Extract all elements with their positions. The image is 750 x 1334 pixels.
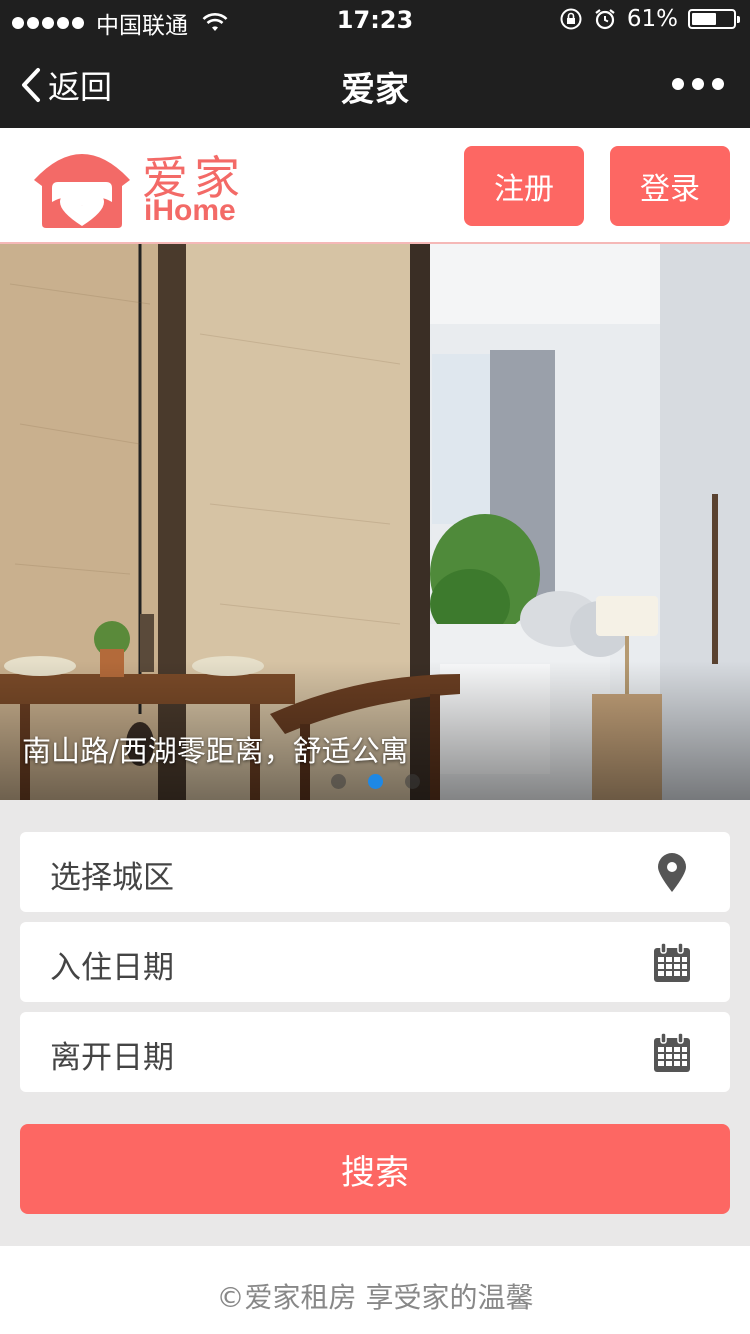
app-header: 爱家 iHome 注册 登录 <box>0 128 750 244</box>
area-select-field[interactable]: 选择城区 <box>20 832 730 912</box>
carousel-indicators <box>0 774 750 789</box>
rotation-lock-icon <box>560 8 582 30</box>
area-select-label: 选择城区 <box>50 860 174 896</box>
house-heart-icon <box>34 154 130 228</box>
carousel-dot[interactable] <box>367 774 383 789</box>
banner-carousel[interactable] <box>0 244 750 800</box>
location-pin-icon <box>658 853 686 892</box>
calendar-icon <box>654 942 690 982</box>
checkout-date-label: 离开日期 <box>50 1040 174 1076</box>
status-bar: 中国联通 17:23 61% <box>0 0 750 40</box>
status-right: 61% <box>559 6 740 32</box>
page-title: 爱家 <box>341 70 409 110</box>
banner-image <box>0 244 750 800</box>
battery-icon <box>688 9 740 29</box>
checkin-date-field[interactable]: 入住日期 <box>20 922 730 1002</box>
alarm-icon <box>595 9 615 30</box>
checkout-date-field[interactable]: 离开日期 <box>20 1012 730 1092</box>
battery-percent: 61% <box>626 6 678 32</box>
more-dots-icon[interactable] <box>672 78 724 90</box>
search-button[interactable]: 搜索 <box>20 1124 730 1214</box>
footer-copyright: ©爱家租房 享受家的温馨 <box>0 1246 750 1334</box>
login-button[interactable]: 登录 <box>610 146 730 226</box>
carousel-dot[interactable] <box>330 774 346 789</box>
logo-english: iHome <box>144 194 236 227</box>
banner-caption: 南山路/西湖零距离，舒适公寓 <box>22 734 409 768</box>
register-button[interactable]: 注册 <box>464 146 584 226</box>
checkin-date-label: 入住日期 <box>50 950 174 986</box>
nav-bar: 返回 爱家 <box>0 40 750 128</box>
calendar-icon <box>654 1032 690 1072</box>
ihome-logo: 爱家 iHome <box>30 140 250 232</box>
carousel-dot[interactable] <box>404 774 420 789</box>
battery-fill <box>692 13 717 25</box>
